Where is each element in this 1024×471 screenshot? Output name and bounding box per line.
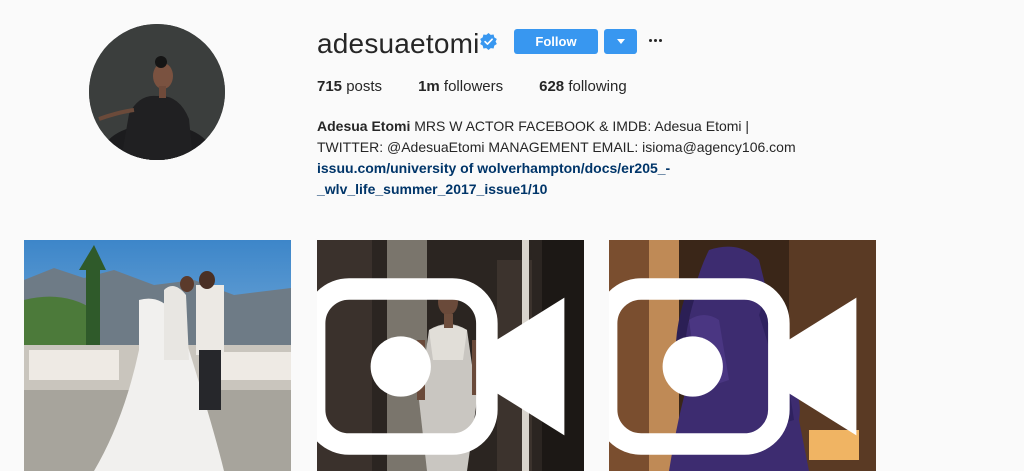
video-camera-icon [317, 278, 565, 455]
chevron-down-icon [616, 39, 625, 44]
posts-stat: 715 posts [317, 78, 382, 96]
post-thumbnail[interactable] [24, 240, 291, 471]
more-options-button[interactable] [645, 30, 665, 50]
follow-button[interactable]: Follow [514, 29, 598, 54]
post-image [24, 240, 291, 471]
following-label: following [568, 78, 627, 95]
more-dot-icon [648, 38, 652, 42]
followers-stat[interactable]: 1m followers [418, 78, 503, 96]
following-stat[interactable]: 628 following [539, 78, 627, 96]
avatar-image [89, 24, 225, 160]
bio-link-line1: issuu.com/university of wolverhampton/do… [317, 160, 671, 176]
followers-label: followers [443, 78, 504, 95]
posts-label: posts [346, 78, 383, 95]
suggested-accounts-dropdown-button[interactable] [604, 29, 637, 54]
profile-username: adesuaetomi [317, 28, 480, 59]
following-count: 628 [539, 78, 565, 95]
profile-full-name: Adesua Etomi [317, 118, 411, 134]
post-thumbnail[interactable] [317, 240, 584, 471]
profile-stats: 715 posts 1m followers 628 following [317, 78, 663, 96]
followers-count: 1m [418, 78, 440, 95]
profile-bio: Adesua Etomi MRS W ACTOR FACEBOOK & IMDB… [317, 116, 817, 200]
bio-link[interactable]: issuu.com/university of wolverhampton/do… [317, 158, 817, 200]
bio-link-line2: _wlv_life_summer_2017_issue1/10 [317, 181, 548, 197]
video-camera-icon [609, 278, 857, 455]
more-dot-icon [658, 38, 662, 42]
verified-badge-icon [480, 33, 497, 50]
posts-count: 715 [317, 78, 343, 95]
more-dot-icon [653, 38, 657, 42]
profile-avatar[interactable] [89, 24, 225, 160]
post-thumbnail[interactable] [609, 240, 876, 471]
